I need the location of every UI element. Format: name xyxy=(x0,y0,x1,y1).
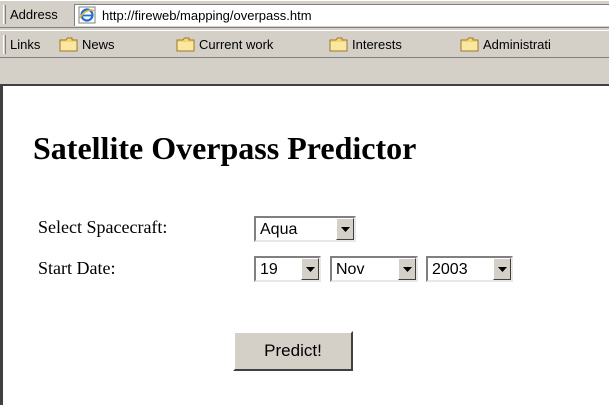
folder-icon xyxy=(329,37,348,52)
ie-page-icon xyxy=(78,6,96,24)
year-select-value: 2003 xyxy=(432,261,468,278)
spacecraft-select-value: Aqua xyxy=(260,221,298,238)
month-dropdown-button[interactable] xyxy=(398,258,416,280)
predict-button[interactable]: Predict! xyxy=(233,331,353,371)
link-administration-label: Administrati xyxy=(483,37,551,52)
content-left-border xyxy=(0,84,3,405)
address-label: Address xyxy=(10,7,58,22)
month-select-value: Nov xyxy=(336,261,365,278)
day-dropdown-button[interactable] xyxy=(301,258,319,280)
url-text: http://fireweb/mapping/overpass.htm xyxy=(102,8,312,23)
spacecraft-label: Select Spacecraft: xyxy=(38,217,168,237)
day-select-value: 19 xyxy=(260,261,278,278)
year-select[interactable]: 2003 xyxy=(426,256,513,282)
day-select[interactable]: 19 xyxy=(254,256,321,282)
spacecraft-dropdown-button[interactable] xyxy=(336,218,354,240)
browser-toolbar-area: Address http://fireweb/mapping/overpass.… xyxy=(0,0,609,84)
links-bar-grip[interactable] xyxy=(3,35,6,54)
chevron-down-icon xyxy=(306,267,315,272)
address-field[interactable]: http://fireweb/mapping/overpass.htm xyxy=(74,4,609,26)
folder-icon xyxy=(460,37,479,52)
address-bar: Address http://fireweb/mapping/overpass.… xyxy=(0,0,609,28)
folder-icon xyxy=(59,37,78,52)
link-current-work-label: Current work xyxy=(199,37,274,52)
year-dropdown-button[interactable] xyxy=(493,258,511,280)
content-separator xyxy=(0,84,609,86)
start-date-label: Start Date: xyxy=(38,258,116,278)
link-news-label: News xyxy=(82,37,115,52)
link-interests-label: Interests xyxy=(352,37,402,52)
address-bar-grip[interactable] xyxy=(3,5,6,24)
chevron-down-icon xyxy=(341,227,350,232)
spacecraft-select[interactable]: Aqua xyxy=(254,216,356,242)
links-bar: Links News Current work Interests Admini… xyxy=(0,30,609,58)
page-title: Satellite Overpass Predictor xyxy=(33,130,417,166)
folder-icon xyxy=(176,37,195,52)
chevron-down-icon xyxy=(403,267,412,272)
month-select[interactable]: Nov xyxy=(330,256,418,282)
links-label: Links xyxy=(10,37,41,52)
chevron-down-icon xyxy=(498,267,507,272)
